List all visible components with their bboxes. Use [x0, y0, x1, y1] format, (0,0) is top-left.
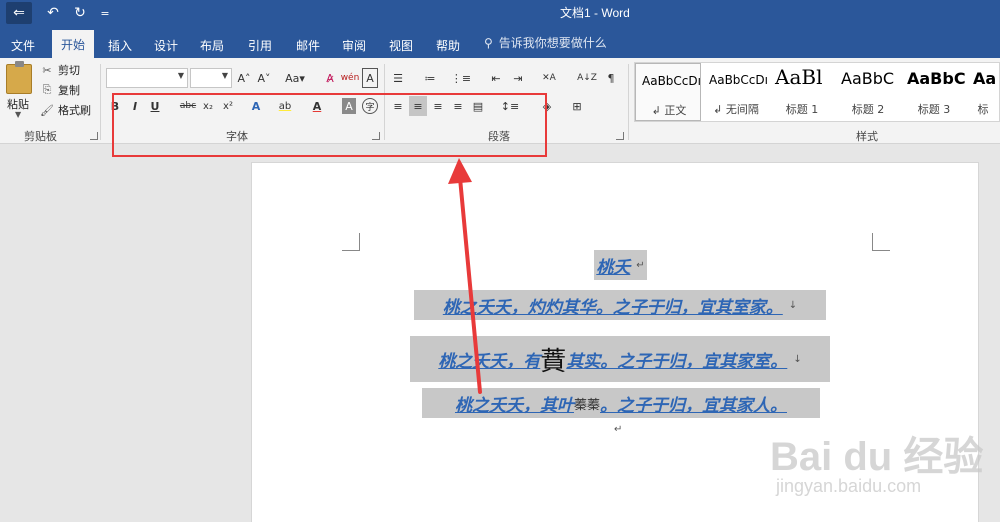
- tab-file[interactable]: 文件: [4, 32, 42, 58]
- format-painter-button[interactable]: 🖌 格式刷: [40, 102, 91, 118]
- line-3-text-c: 。之子于归，宜其家人。: [600, 395, 787, 416]
- search-icon: ⚲: [484, 35, 493, 50]
- document-title[interactable]: 桃夭 ↵: [594, 250, 647, 280]
- tab-references[interactable]: 引用: [242, 32, 278, 58]
- styles-gallery: AaBbCcDı ↲ 正文 AaBbCcDı ↲ 无间隔 AaBl 标题 1 A…: [634, 62, 1000, 122]
- style-name: 标题 2: [851, 103, 885, 116]
- paragraph-launcher-icon[interactable]: [616, 132, 624, 140]
- change-case-icon[interactable]: Aa▾: [281, 68, 309, 88]
- style-name: 标: [977, 103, 989, 116]
- format-painter-label: 格式刷: [58, 104, 91, 117]
- chinese-layout-icon[interactable]: ✕A: [538, 68, 560, 88]
- font-size-combo[interactable]: ▼: [190, 68, 232, 88]
- group-divider: [100, 64, 101, 140]
- grow-font-icon[interactable]: A˄: [236, 68, 252, 88]
- group-divider: [628, 64, 629, 140]
- styles-group-label: 样式: [856, 130, 878, 143]
- copy-icon: ⎘: [42, 83, 52, 96]
- style-preview: AaBbC: [841, 69, 895, 88]
- clipboard-group-label: 剪贴板: [24, 130, 57, 143]
- style-preview: AaBl: [775, 65, 823, 89]
- line-2-text-c: 其实。之子于归，宜其家室。: [566, 351, 788, 372]
- paragraph-mark: ↵: [614, 424, 623, 435]
- style-normal[interactable]: AaBbCcDı ↲ 正文: [635, 63, 701, 121]
- undo-icon[interactable]: ↶: [40, 2, 66, 24]
- brush-icon: 🖌: [40, 103, 54, 117]
- style-preview: AaBbCcDı: [642, 74, 701, 88]
- line-break-mark: ↓: [788, 299, 798, 311]
- highlight-box: [112, 93, 547, 157]
- style-heading-1[interactable]: AaBl 标题 1: [769, 63, 835, 121]
- line-3-small-chars: 蓁蓁: [573, 397, 600, 413]
- show-marks-icon[interactable]: ¶: [604, 68, 618, 88]
- style-preview: Aa: [973, 69, 997, 88]
- style-heading-2[interactable]: AaBbC 标题 2: [835, 63, 901, 121]
- line-1-text: 桃之夭夭，灼灼其华。之子于归，宜其室家。: [442, 297, 783, 318]
- baidu-watermark: Bai du 经验 jingyan.baidu.com: [770, 404, 1000, 522]
- crop-mark: [872, 233, 890, 251]
- title-bar: ⇐ ↶ ↻ = 文档1 - Word: [0, 0, 1000, 26]
- clipboard-launcher-icon[interactable]: [90, 132, 98, 140]
- character-border-icon[interactable]: A: [362, 68, 378, 88]
- tab-layout[interactable]: 布局: [194, 32, 230, 58]
- bullets-icon[interactable]: ☰: [390, 68, 406, 88]
- poem-line-1[interactable]: 桃之夭夭，灼灼其华。之子于归，宜其室家。 ↓: [414, 290, 826, 320]
- style-preview: AaBbC: [907, 69, 966, 88]
- line-break-mark: ↓: [793, 353, 802, 365]
- style-name: ↲ 正文: [651, 104, 687, 117]
- increase-indent-icon[interactable]: ⇥: [510, 68, 526, 88]
- window-title: 文档1 - Word: [560, 6, 630, 20]
- cut-label: 剪切: [58, 64, 80, 77]
- crop-mark: [342, 233, 360, 251]
- paste-dropdown-icon[interactable]: ▼: [15, 110, 21, 119]
- style-no-spacing[interactable]: AaBbCcDı ↲ 无间隔: [703, 63, 769, 121]
- scissors-icon: ✂: [42, 63, 52, 77]
- title-text: 桃夭: [596, 257, 631, 278]
- watermark-url: jingyan.baidu.com: [776, 476, 922, 496]
- paste-icon[interactable]: [6, 61, 32, 94]
- multilevel-list-icon[interactable]: ⋮≡: [451, 68, 471, 88]
- poem-line-2[interactable]: 桃之夭夭，有 蕡 其实。之子于归，宜其家室。 ↓: [410, 336, 830, 382]
- customize-qat-icon[interactable]: =: [98, 2, 112, 24]
- tab-view[interactable]: 视图: [383, 32, 419, 58]
- phonetic-guide-icon[interactable]: wén: [340, 68, 360, 88]
- clear-format-icon[interactable]: A̷: [322, 68, 338, 88]
- style-more[interactable]: Aa 标: [967, 63, 999, 121]
- tab-review[interactable]: 审阅: [336, 32, 372, 58]
- decrease-indent-icon[interactable]: ⇤: [488, 68, 504, 88]
- tab-home[interactable]: 开始: [52, 30, 94, 58]
- style-name: 标题 1: [785, 103, 819, 116]
- cut-button[interactable]: ✂ 剪切: [40, 62, 80, 78]
- chevron-down-icon: ▼: [221, 71, 228, 80]
- style-preview: AaBbCcDı: [709, 73, 768, 87]
- tab-design[interactable]: 设计: [148, 32, 184, 58]
- back-icon[interactable]: ⇐: [6, 2, 32, 24]
- tell-me-text: 告诉我你想要做什么: [498, 36, 607, 50]
- sort-icon[interactable]: A↓Z: [577, 68, 597, 88]
- borders-icon[interactable]: ⊞: [568, 96, 586, 116]
- ribbon-tabs: 文件 开始 插入 设计 布局 引用 邮件 审阅 视图 帮助 ⚲ 告诉我你想要做什…: [0, 26, 1000, 58]
- chevron-down-icon: ▼: [177, 71, 184, 80]
- copy-label: 复制: [58, 84, 80, 97]
- tab-mailings[interactable]: 邮件: [290, 32, 326, 58]
- style-name: ↲ 无间隔: [713, 103, 759, 116]
- tell-me-box[interactable]: ⚲ 告诉我你想要做什么: [484, 34, 607, 51]
- style-name: 标题 3: [917, 103, 951, 116]
- paragraph-mark: ↵: [636, 259, 645, 271]
- tab-help[interactable]: 帮助: [430, 32, 466, 58]
- font-name-combo[interactable]: ▼: [106, 68, 188, 88]
- watermark-logo-text: Bai du 经验: [770, 435, 984, 479]
- copy-button[interactable]: ⎘ 复制: [40, 82, 80, 98]
- line-2-big-char: 蕡: [540, 346, 567, 377]
- line-3-text-a: 桃之夭夭，其叶: [454, 395, 574, 416]
- numbering-icon[interactable]: ≔: [422, 68, 438, 88]
- style-heading-3[interactable]: AaBbC 标题 3: [901, 63, 967, 121]
- shrink-font-icon[interactable]: A˅: [256, 68, 272, 88]
- redo-icon[interactable]: ↻: [70, 2, 90, 24]
- tab-insert[interactable]: 插入: [102, 32, 138, 58]
- line-2-text-a: 桃之夭夭，有: [438, 351, 541, 372]
- poem-line-3[interactable]: 桃之夭夭，其叶 蓁蓁 。之子于归，宜其家人。: [422, 388, 820, 418]
